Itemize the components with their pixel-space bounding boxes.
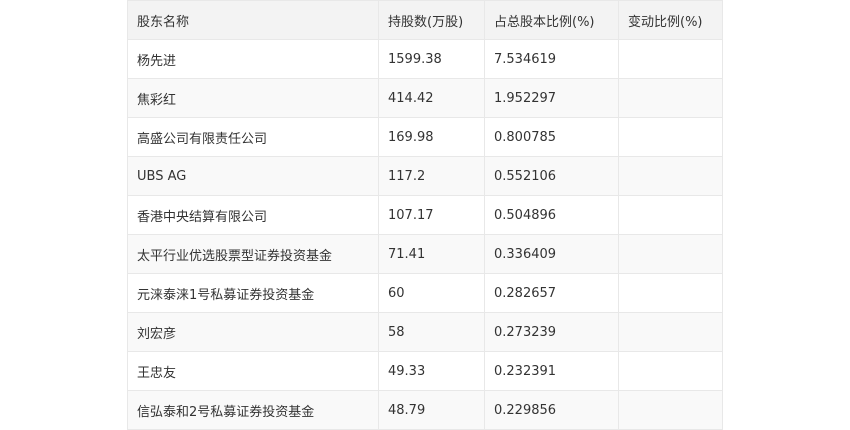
cell-shareholder-name: 焦彩红 bbox=[127, 78, 379, 118]
cell-shares-held: 169.98 bbox=[378, 117, 485, 157]
cell-shares-held: 60 bbox=[378, 273, 485, 313]
cell-shares-held: 414.42 bbox=[378, 78, 485, 118]
cell-shares-held: 71.41 bbox=[378, 234, 485, 274]
table-row: UBS AG 117.2 0.552106 bbox=[127, 156, 723, 196]
cell-change-ratio bbox=[618, 273, 723, 313]
table-row: 信弘泰和2号私募证券投资基金 48.79 0.229856 bbox=[127, 390, 723, 430]
cell-share-ratio: 7.534619 bbox=[484, 39, 619, 79]
cell-shareholder-name: 元涞泰涞1号私募证券投资基金 bbox=[127, 273, 379, 313]
cell-share-ratio: 0.552106 bbox=[484, 156, 619, 196]
cell-shares-held: 107.17 bbox=[378, 195, 485, 235]
cell-shareholder-name: 高盛公司有限责任公司 bbox=[127, 117, 379, 157]
cell-change-ratio bbox=[618, 351, 723, 391]
cell-shares-held: 117.2 bbox=[378, 156, 485, 196]
cell-share-ratio: 0.229856 bbox=[484, 390, 619, 430]
header-share-ratio: 占总股本比例(%) bbox=[484, 0, 619, 40]
cell-change-ratio bbox=[618, 117, 723, 157]
cell-change-ratio bbox=[618, 195, 723, 235]
cell-share-ratio: 0.504896 bbox=[484, 195, 619, 235]
cell-shareholder-name: UBS AG bbox=[127, 156, 379, 196]
cell-share-ratio: 0.232391 bbox=[484, 351, 619, 391]
table-row: 元涞泰涞1号私募证券投资基金 60 0.282657 bbox=[127, 273, 723, 313]
cell-shares-held: 1599.38 bbox=[378, 39, 485, 79]
header-shareholder-name: 股东名称 bbox=[127, 0, 379, 40]
cell-change-ratio bbox=[618, 312, 723, 352]
cell-shares-held: 58 bbox=[378, 312, 485, 352]
shareholders-table: 股东名称 持股数(万股) 占总股本比例(%) 变动比例(%) 杨先进 1599.… bbox=[127, 0, 723, 430]
cell-share-ratio: 0.273239 bbox=[484, 312, 619, 352]
table-row: 焦彩红 414.42 1.952297 bbox=[127, 78, 723, 118]
table-row: 王忠友 49.33 0.232391 bbox=[127, 351, 723, 391]
cell-change-ratio bbox=[618, 39, 723, 79]
cell-change-ratio bbox=[618, 390, 723, 430]
cell-shareholder-name: 香港中央结算有限公司 bbox=[127, 195, 379, 235]
header-change-ratio: 变动比例(%) bbox=[618, 0, 723, 40]
table-row: 太平行业优选股票型证券投资基金 71.41 0.336409 bbox=[127, 234, 723, 274]
cell-shareholder-name: 信弘泰和2号私募证券投资基金 bbox=[127, 390, 379, 430]
cell-change-ratio bbox=[618, 78, 723, 118]
cell-shares-held: 48.79 bbox=[378, 390, 485, 430]
cell-shareholder-name: 杨先进 bbox=[127, 39, 379, 79]
cell-shareholder-name: 太平行业优选股票型证券投资基金 bbox=[127, 234, 379, 274]
cell-change-ratio bbox=[618, 234, 723, 274]
table-header-row: 股东名称 持股数(万股) 占总股本比例(%) 变动比例(%) bbox=[127, 0, 723, 40]
cell-share-ratio: 0.282657 bbox=[484, 273, 619, 313]
table-row: 刘宏彦 58 0.273239 bbox=[127, 312, 723, 352]
cell-share-ratio: 1.952297 bbox=[484, 78, 619, 118]
header-shares-held: 持股数(万股) bbox=[378, 0, 485, 40]
cell-shareholder-name: 刘宏彦 bbox=[127, 312, 379, 352]
table-row: 香港中央结算有限公司 107.17 0.504896 bbox=[127, 195, 723, 235]
table-row: 杨先进 1599.38 7.534619 bbox=[127, 39, 723, 79]
cell-share-ratio: 0.336409 bbox=[484, 234, 619, 274]
cell-shares-held: 49.33 bbox=[378, 351, 485, 391]
table-row: 高盛公司有限责任公司 169.98 0.800785 bbox=[127, 117, 723, 157]
cell-change-ratio bbox=[618, 156, 723, 196]
cell-shareholder-name: 王忠友 bbox=[127, 351, 379, 391]
cell-share-ratio: 0.800785 bbox=[484, 117, 619, 157]
